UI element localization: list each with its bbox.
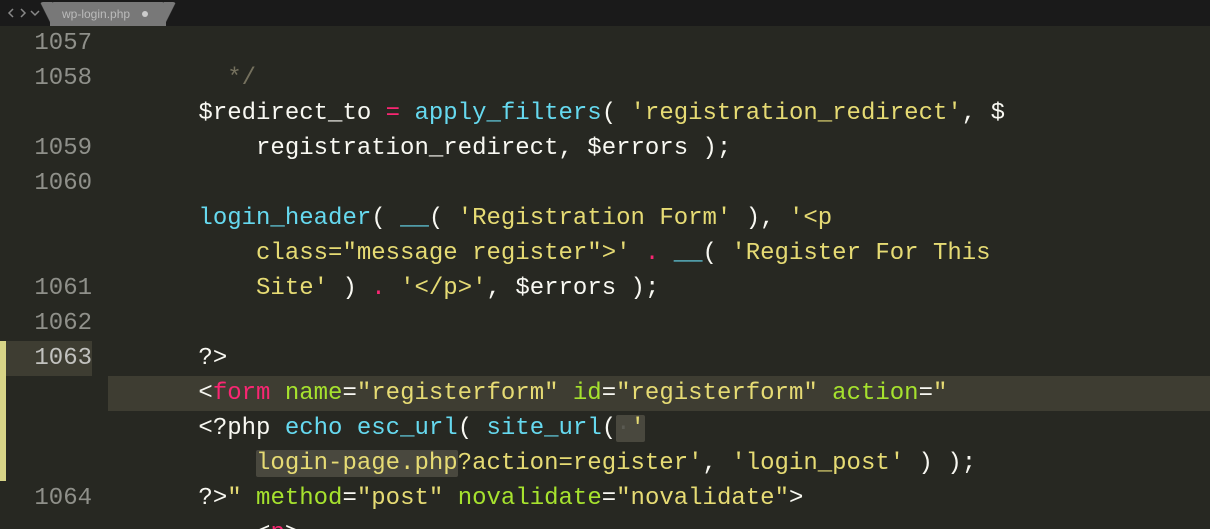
line-number	[0, 201, 92, 236]
code-line[interactable]: <?php echo esc_url( site_url(·'	[108, 411, 1210, 446]
code-line[interactable]	[108, 306, 1210, 341]
line-number: 1064	[0, 481, 92, 516]
line-number: 1062	[0, 306, 92, 341]
tab-bar: wp-login.php	[0, 0, 1210, 26]
code-line[interactable]: <p>	[108, 516, 1210, 529]
code-line[interactable]: login_header( __( 'Registration Form' ),…	[108, 201, 1210, 236]
nav-dropdown-icon[interactable]	[30, 9, 40, 17]
line-number: 1061	[0, 271, 92, 306]
code-line[interactable]: <form name="registerform" id="registerfo…	[108, 376, 1210, 411]
code-line[interactable]: login-page.php?action=register', 'login_…	[108, 446, 1210, 481]
gutter: 1057 1058 1059 1060 1061 1062 1063 1064	[0, 26, 108, 529]
code-line[interactable]	[108, 166, 1210, 201]
nav-back-icon[interactable]	[6, 8, 16, 18]
line-number	[0, 446, 92, 481]
code-line[interactable]: class="message register">' . __( 'Regist…	[108, 236, 1210, 271]
line-number	[0, 96, 92, 131]
editor[interactable]: 1057 1058 1059 1060 1061 1062 1063 1064 …	[0, 26, 1210, 529]
line-number: 1057	[0, 26, 92, 61]
modified-marker	[0, 341, 6, 481]
line-number: 1060	[0, 166, 92, 201]
line-number: 1063	[0, 341, 92, 376]
line-number	[0, 236, 92, 271]
code-line[interactable]: ?>" method="post" novalidate="novalidate…	[108, 481, 1210, 516]
line-number: 1059	[0, 131, 92, 166]
code-line[interactable]: $redirect_to = apply_filters( 'registrat…	[108, 96, 1210, 131]
selection: login-page.php	[256, 450, 458, 477]
code-area[interactable]: */ $redirect_to = apply_filters( 'regist…	[108, 26, 1210, 529]
dirty-indicator-icon	[142, 11, 148, 17]
code-line[interactable]: Site' ) . '</p>', $errors );	[108, 271, 1210, 306]
code-line[interactable]: */	[108, 61, 1210, 96]
line-number	[0, 376, 92, 411]
selection: ·'	[616, 415, 645, 442]
line-number	[0, 411, 92, 446]
code-line[interactable]: ?>	[108, 341, 1210, 376]
line-number: 1058	[0, 61, 92, 96]
file-tab[interactable]: wp-login.php	[50, 2, 166, 26]
code-line[interactable]: registration_redirect, $errors );	[108, 131, 1210, 166]
nav-fwd-icon[interactable]	[18, 8, 28, 18]
